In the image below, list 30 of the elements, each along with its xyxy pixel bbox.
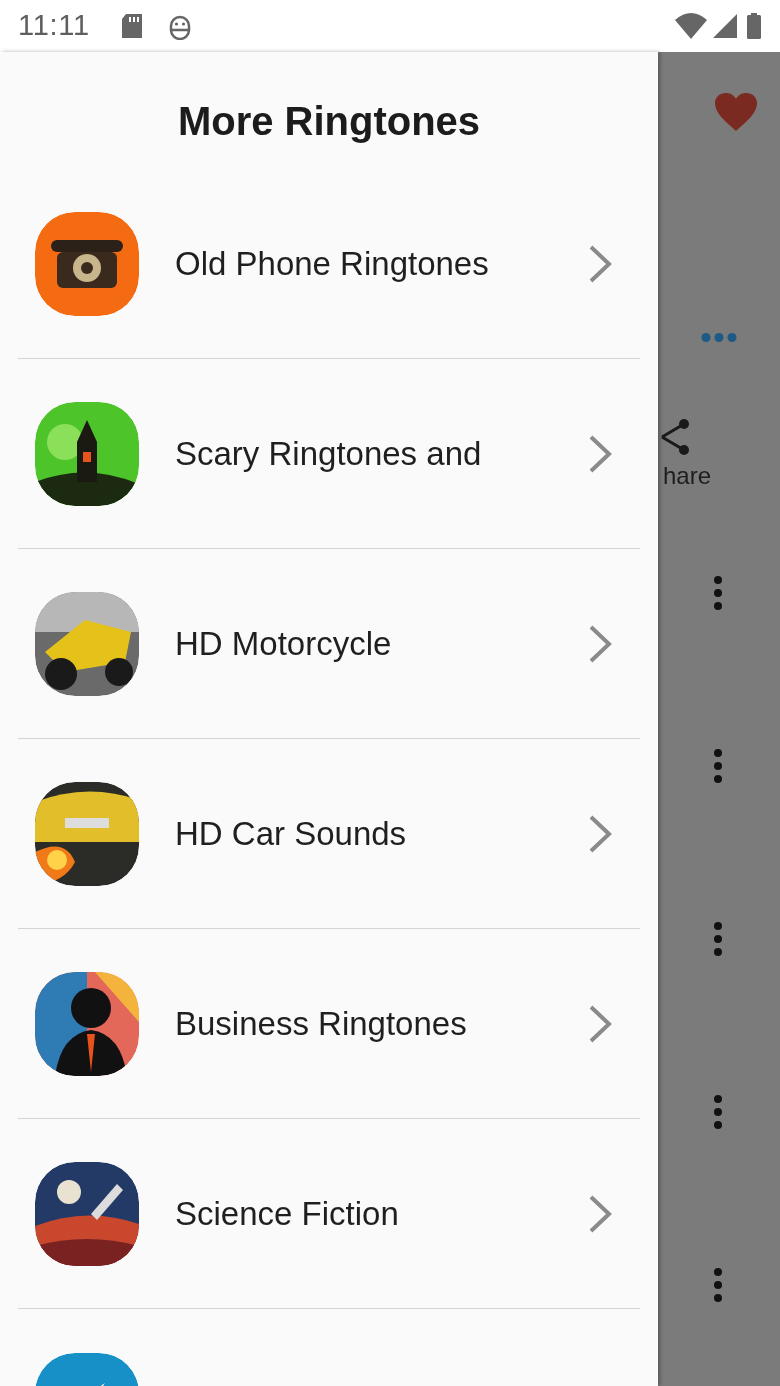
item-label: Scary Ringtones and (175, 433, 483, 474)
drawer-item[interactable]: HD Car Sounds (18, 739, 640, 929)
sd-card-icon (119, 13, 144, 39)
drawer-title: More Ringtones (177, 97, 481, 145)
share-label: hare (663, 464, 712, 488)
kebab-menu-icon[interactable] (713, 749, 723, 783)
item-label: Business Ringtones (175, 1003, 468, 1044)
item-label: HD Motorcycle (175, 623, 393, 664)
drawer-item[interactable]: HD Motorcycle (18, 549, 640, 739)
battery-icon (746, 12, 762, 40)
item-label: Old Phone Ringtones (175, 243, 490, 284)
item-label: HD Car Sounds (175, 813, 408, 854)
chevron-right-icon (588, 623, 612, 664)
drawer-item[interactable]: Scary Ringtones and (18, 359, 640, 549)
chevron-right-icon (588, 813, 612, 854)
kebab-menu-icon[interactable] (713, 922, 723, 956)
chevron-right-icon (588, 1193, 612, 1234)
wifi-icon (674, 12, 708, 40)
kebab-menu-icon[interactable] (713, 576, 723, 610)
item-label: Science Fiction (175, 1193, 400, 1234)
drawer-item[interactable]: Old Phone Ringtones (18, 169, 640, 359)
drawer-item[interactable]: Business Ringtones (18, 929, 640, 1119)
chevron-right-icon (588, 243, 612, 284)
kebab-menu-icon[interactable] (713, 1095, 723, 1129)
drawer-item[interactable]: Science Fiction (18, 1119, 640, 1309)
kebab-menu-icon[interactable] (713, 1268, 723, 1302)
clock: 11:11 (18, 8, 90, 44)
more-dots-icon[interactable] (701, 332, 737, 343)
chevron-right-icon (588, 433, 612, 474)
chevron-right-icon (588, 1003, 612, 1044)
